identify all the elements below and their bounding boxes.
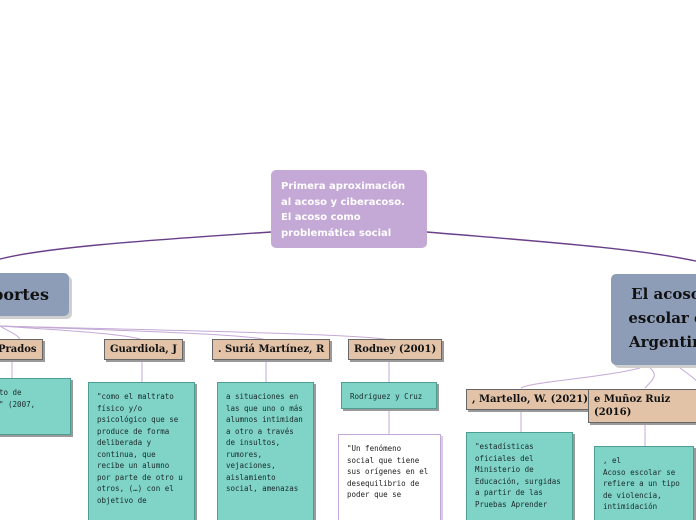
edge-root-left [0, 231, 272, 260]
edge-right-munoz [644, 367, 655, 389]
author-prados[interactable]: Prados [0, 339, 43, 360]
author-munoz[interactable]: e Muñoz Ruiz (2016) [588, 389, 696, 423]
main-topic-acoso-argentina[interactable]: El acoso escolar e Argentin [611, 274, 696, 365]
author-suria[interactable]: . Suriá Martínez, R [212, 339, 331, 360]
mind-map-canvas: Primera aproximación al acoso y ciberaco… [0, 0, 696, 520]
note-martello[interactable]: "estadísticas oficiales del Ministerio d… [466, 432, 573, 520]
note-prados[interactable]: to de " (2007, [0, 378, 71, 435]
author-guardiola[interactable]: Guardiola, J [104, 339, 183, 360]
central-topic[interactable]: Primera aproximación al acoso y ciberaco… [271, 170, 427, 248]
edge-root-right [426, 231, 696, 262]
quote-rodney[interactable]: "Un fenómeno social que tiene sus orígen… [338, 434, 441, 520]
edge-right-martello [520, 367, 641, 389]
note-suria[interactable]: a situaciones en las que uno o más alumn… [217, 382, 314, 520]
note-rodney[interactable]: Rodriguez y Cruz [341, 382, 437, 409]
author-rodney[interactable]: Rodney (2001) [348, 339, 443, 360]
edge-right-third [679, 367, 696, 381]
note-munoz[interactable]: , el Acoso escolar se refiere a un tipo … [594, 446, 694, 520]
edge-left-prados [0, 325, 21, 341]
note-guardiola[interactable]: "como el maltrato físico y/o psicológico… [88, 382, 195, 520]
author-martello[interactable]: , Martello, W. (2021) [466, 389, 594, 410]
main-topic-reportes[interactable]: portes [0, 273, 69, 316]
